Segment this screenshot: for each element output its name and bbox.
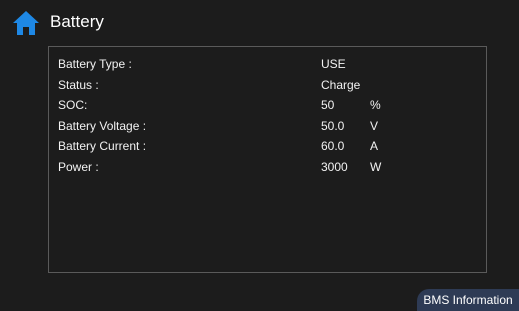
battery-type-value: USE — [321, 57, 346, 71]
battery-type-label: Battery Type : — [58, 57, 132, 71]
soc-value: 50 — [321, 98, 335, 112]
status-label: Status : — [58, 78, 99, 92]
battery-voltage-unit: V — [370, 119, 379, 133]
soc-unit: % — [370, 98, 381, 112]
battery-current-value: 60.0 — [321, 139, 345, 153]
soc-label: SOC: — [58, 98, 88, 112]
battery-current-unit: A — [370, 139, 379, 153]
power-value: 3000 — [321, 160, 348, 174]
battery-info-panel — [48, 46, 487, 273]
battery-screen: Battery Battery Type : USE Status : Char… — [0, 0, 519, 311]
page-title: Battery — [50, 12, 104, 31]
bms-information-button[interactable]: BMS Information — [417, 289, 519, 311]
home-button[interactable] — [11, 8, 41, 38]
home-icon — [13, 11, 39, 35]
power-label: Power : — [58, 160, 99, 174]
battery-current-label: Battery Current : — [58, 139, 147, 153]
battery-voltage-value: 50.0 — [321, 119, 345, 133]
status-value: Charge — [321, 78, 361, 92]
battery-voltage-label: Battery Voltage : — [58, 119, 147, 133]
power-unit: W — [370, 160, 382, 174]
